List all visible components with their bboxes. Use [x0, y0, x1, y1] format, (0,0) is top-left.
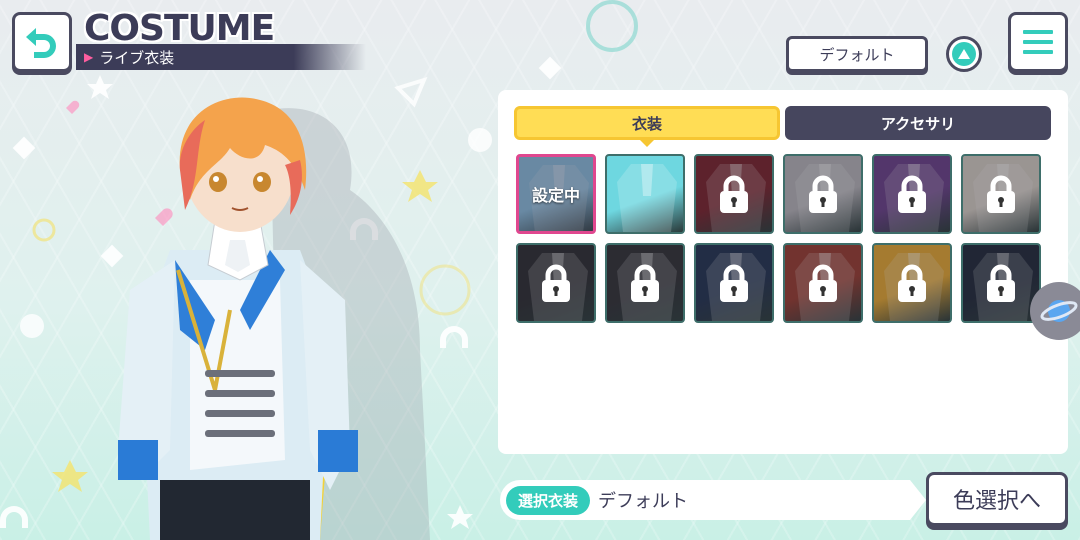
color-select-button[interactable]: 色選択へ	[926, 472, 1068, 526]
character-model	[118, 97, 430, 540]
lock-icon	[898, 175, 926, 213]
tab-costume[interactable]: 衣装	[514, 106, 780, 147]
costume-item[interactable]: 設定中	[516, 154, 596, 234]
lock-icon	[987, 175, 1015, 213]
selected-costume-bar: 選択衣装 デフォルト	[500, 480, 926, 520]
lock-icon	[542, 264, 570, 302]
costume-panel: 衣装 アクセサリ 設定中	[498, 90, 1068, 454]
costume-item[interactable]	[605, 154, 685, 234]
costume-item[interactable]	[694, 154, 774, 234]
lock-icon	[809, 264, 837, 302]
lock-icon	[720, 264, 748, 302]
selected-costume-value: デフォルト	[598, 491, 689, 512]
costume-item[interactable]	[872, 243, 952, 323]
costume-grid: 設定中	[516, 154, 1041, 323]
back-button[interactable]	[12, 12, 72, 72]
play-triangle-icon: ▶	[84, 50, 94, 64]
default-button[interactable]: デフォルト	[786, 36, 928, 72]
costume-item[interactable]	[783, 154, 863, 234]
page-subtitle-bar: ▶ ライブ衣装	[76, 44, 366, 70]
toggle-view-button[interactable]	[946, 36, 982, 72]
lock-icon	[809, 175, 837, 213]
selected-costume-label: 選択衣装	[506, 485, 591, 515]
menu-button[interactable]	[1008, 12, 1068, 72]
chevron-up-icon	[952, 42, 976, 66]
costume-item[interactable]	[961, 154, 1041, 234]
costume-item[interactable]	[961, 243, 1041, 323]
page-subtitle: ライブ衣装	[99, 48, 175, 67]
tab-active-pointer	[639, 139, 655, 147]
planet-button[interactable]	[1030, 282, 1080, 340]
costume-item[interactable]	[872, 154, 952, 234]
equipped-label: 設定中	[519, 157, 593, 231]
lock-icon	[898, 264, 926, 302]
lock-icon	[631, 264, 659, 302]
costume-item[interactable]	[605, 243, 685, 323]
tab-accessory[interactable]: アクセサリ	[785, 106, 1051, 140]
page-title: COSTUME	[84, 8, 275, 49]
costume-item[interactable]	[516, 243, 596, 323]
costume-item[interactable]	[783, 243, 863, 323]
hamburger-menu-icon	[1023, 30, 1053, 54]
lock-icon	[987, 264, 1015, 302]
planet-icon	[1040, 300, 1078, 322]
costume-thumbnail-icon	[617, 164, 677, 232]
tab-costume-label: 衣装	[631, 114, 662, 133]
lock-icon	[720, 175, 748, 213]
back-arrow-icon	[26, 28, 56, 58]
costume-item[interactable]	[694, 243, 774, 323]
